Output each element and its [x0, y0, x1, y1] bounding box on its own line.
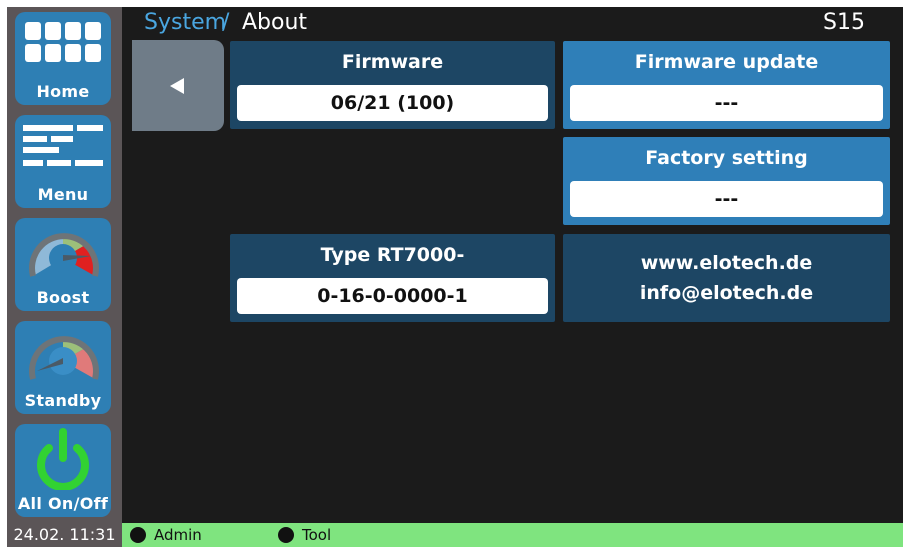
power-icon	[37, 428, 89, 490]
boost-label: Boost	[36, 288, 90, 307]
sidebar: Home Menu Boost Standby All On/Off	[7, 7, 122, 523]
all-on-off-button[interactable]: All On/Off	[15, 424, 111, 517]
factory-setting-panel[interactable]: Factory setting ---	[563, 137, 890, 225]
firmware-update-title: Firmware update	[634, 51, 819, 73]
standby-label: Standby	[24, 391, 102, 410]
menu-button[interactable]: Menu	[15, 115, 111, 208]
website-text: www.elotech.de	[640, 252, 813, 274]
type-panel: Type RT7000- 0-16-0-0000-1	[230, 234, 555, 322]
home-button[interactable]: Home	[15, 12, 111, 105]
firmware-update-value[interactable]: ---	[570, 85, 883, 121]
type-title: Type RT7000-	[320, 244, 465, 266]
factory-setting-value[interactable]: ---	[570, 181, 883, 217]
status-datetime: 24.02. 11:31	[7, 523, 122, 547]
standby-gauge-icon	[29, 336, 99, 380]
home-grid-icon	[25, 22, 101, 62]
back-arrow-icon	[170, 78, 184, 94]
status-info-strip: Admin Tool	[122, 523, 903, 547]
status-mode-label: Tool	[302, 526, 332, 544]
boost-button[interactable]: Boost	[15, 218, 111, 311]
device-screen: Home Menu Boost Standby All On/Off Syste…	[7, 7, 903, 547]
header-bar: System / About S15	[122, 7, 903, 39]
standby-button[interactable]: Standby	[15, 321, 111, 414]
all-on-off-label: All On/Off	[17, 494, 109, 513]
user-icon	[130, 526, 146, 543]
status-bar: 24.02. 11:31 Admin Tool	[7, 523, 903, 547]
status-mode: Tool	[278, 523, 331, 547]
boost-gauge-icon	[29, 233, 99, 277]
factory-setting-title: Factory setting	[645, 147, 808, 169]
email-text: info@elotech.de	[639, 282, 814, 304]
type-value: 0-16-0-0000-1	[237, 278, 548, 314]
tool-icon	[278, 526, 294, 543]
firmware-update-panel[interactable]: Firmware update ---	[563, 41, 890, 129]
menu-label: Menu	[37, 185, 89, 204]
firmware-panel: Firmware 06/21 (100)	[230, 41, 555, 129]
breadcrumb-separator: /	[222, 10, 230, 35]
firmware-title: Firmware	[341, 51, 444, 73]
back-button[interactable]	[132, 40, 224, 131]
screen-id: S15	[823, 10, 865, 35]
page-title: About	[242, 10, 308, 35]
firmware-value: 06/21 (100)	[237, 85, 548, 121]
breadcrumb-system[interactable]: System	[144, 10, 226, 35]
status-user-label: Admin	[154, 526, 202, 544]
menu-bars-icon	[23, 125, 103, 166]
contact-panel: www.elotech.de info@elotech.de	[563, 234, 890, 322]
status-user: Admin	[130, 523, 202, 547]
home-label: Home	[36, 82, 90, 101]
